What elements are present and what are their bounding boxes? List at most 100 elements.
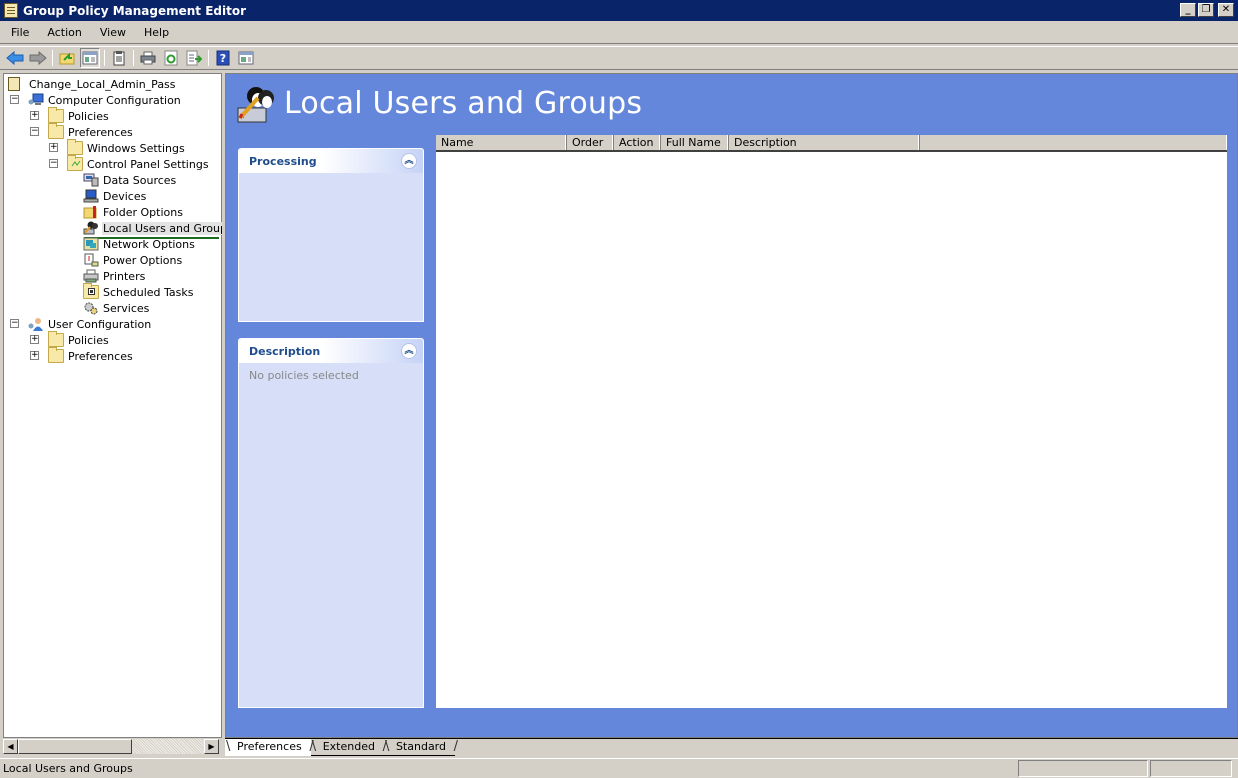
export-list-button[interactable] bbox=[184, 48, 204, 68]
tree-label: Windows Settings bbox=[87, 141, 185, 155]
column-header-name[interactable]: Name bbox=[436, 135, 567, 150]
tree-node-scheduled-tasks[interactable]: Scheduled Tasks bbox=[83, 283, 195, 300]
tree-node-folder-options[interactable]: Folder Options bbox=[83, 204, 184, 220]
folder-icon bbox=[48, 331, 64, 347]
minimize-button[interactable]: _ bbox=[1180, 3, 1196, 17]
tree-node-windows-settings[interactable]: + Windows Settings bbox=[49, 139, 186, 156]
menu-file[interactable]: File bbox=[0, 26, 36, 39]
show-hide-console-tree-button[interactable] bbox=[80, 48, 100, 68]
menu-action[interactable]: Action bbox=[36, 26, 88, 39]
status-text: Local Users and Groups bbox=[3, 762, 133, 775]
local-users-icon bbox=[83, 221, 99, 235]
folder-options-icon bbox=[83, 205, 99, 219]
toolbar-separator bbox=[104, 50, 105, 66]
show-hide-action-pane-button[interactable] bbox=[236, 48, 256, 68]
tree-node-services[interactable]: Services bbox=[83, 300, 150, 316]
gpo-scroll-icon bbox=[8, 77, 20, 91]
refresh-button[interactable] bbox=[161, 48, 181, 68]
toolbar: ? bbox=[0, 46, 1238, 70]
restore-button[interactable]: ❐ bbox=[1198, 3, 1214, 17]
tree-node-user-configuration[interactable]: − User Configuration bbox=[10, 316, 152, 332]
title-bar: Group Policy Management Editor _ ❐ ✕ bbox=[0, 0, 1238, 21]
action-pane-icon bbox=[238, 51, 254, 65]
tab-standard[interactable]: Standard bbox=[383, 739, 458, 756]
tree-node-data-sources[interactable]: Data Sources bbox=[83, 172, 177, 188]
clipboard-icon bbox=[113, 51, 125, 66]
tree-node-local-users-and-groups[interactable]: Local Users and Groups bbox=[83, 220, 234, 236]
network-options-icon bbox=[83, 237, 99, 251]
tab-preferences[interactable]: Preferences bbox=[225, 739, 313, 756]
window-controls: _ ❐ ✕ bbox=[1180, 3, 1234, 17]
tree-node-power-options[interactable]: Power Options bbox=[83, 252, 183, 268]
collapse-toggle[interactable]: − bbox=[30, 127, 39, 136]
expand-toggle[interactable]: + bbox=[30, 111, 39, 120]
tree-node-user-preferences[interactable]: + Preferences bbox=[30, 347, 134, 364]
expand-toggle[interactable]: + bbox=[30, 351, 39, 360]
tree-node-network-options[interactable]: Network Options bbox=[83, 236, 196, 252]
page-title: Local Users and Groups bbox=[284, 86, 643, 121]
processing-pane: Processing ︽ bbox=[238, 148, 424, 322]
toolbar-separator bbox=[208, 50, 209, 66]
column-header-description[interactable]: Description bbox=[729, 135, 920, 150]
tree-label: Control Panel Settings bbox=[87, 157, 209, 171]
tree-label: User Configuration bbox=[48, 317, 152, 331]
collapse-toggle[interactable]: − bbox=[49, 159, 58, 168]
tree-label: Devices bbox=[103, 189, 147, 203]
tree-node-control-panel-settings[interactable]: − Control Panel Settings bbox=[49, 155, 210, 172]
tree-label: Data Sources bbox=[103, 173, 177, 187]
forward-button[interactable] bbox=[28, 48, 48, 68]
close-button[interactable]: ✕ bbox=[1218, 3, 1234, 17]
expand-toggle[interactable]: + bbox=[49, 143, 58, 152]
properties-button[interactable] bbox=[109, 48, 129, 68]
data-sources-icon bbox=[83, 173, 99, 187]
list-header: Name Order Action Full Name Description bbox=[436, 135, 1227, 152]
tree-root[interactable]: Change_Local_Admin_Pass bbox=[8, 76, 177, 92]
processing-pane-header[interactable]: Processing ︽ bbox=[239, 149, 423, 173]
tree-node-user-policies[interactable]: + Policies bbox=[30, 331, 110, 348]
tree-node-devices[interactable]: Devices bbox=[83, 188, 147, 204]
tree-node-preferences[interactable]: − Preferences bbox=[30, 123, 134, 140]
scroll-left-button[interactable]: ◀ bbox=[3, 739, 18, 754]
processing-pane-body bbox=[239, 173, 423, 185]
tree-label: Folder Options bbox=[103, 205, 183, 219]
gpme-app-icon bbox=[4, 3, 18, 18]
control-panel-icon bbox=[67, 155, 83, 171]
collapse-processing-button[interactable]: ︽ bbox=[401, 153, 417, 169]
tree-node-computer-configuration[interactable]: − Computer Configuration bbox=[10, 92, 182, 108]
tab-extended[interactable]: Extended bbox=[310, 739, 387, 756]
column-header-full-name[interactable]: Full Name bbox=[661, 135, 729, 150]
refresh-icon bbox=[164, 50, 178, 66]
scroll-right-button[interactable]: ▶ bbox=[204, 739, 219, 754]
printer-icon bbox=[140, 51, 156, 65]
help-button[interactable]: ? bbox=[213, 48, 233, 68]
collapse-toggle[interactable]: − bbox=[10, 319, 19, 328]
up-level-button[interactable] bbox=[57, 48, 77, 68]
view-tabs: Preferences Extended Standard bbox=[225, 739, 458, 757]
computer-config-icon bbox=[28, 93, 44, 107]
description-pane-header[interactable]: Description ︽ bbox=[239, 339, 423, 363]
tree-horizontal-scrollbar[interactable]: ◀ ▶ bbox=[3, 739, 219, 754]
print-button[interactable] bbox=[138, 48, 158, 68]
items-list[interactable]: Name Order Action Full Name Description bbox=[436, 135, 1227, 708]
tree-node-printers[interactable]: Printers bbox=[83, 268, 146, 284]
tree-label: Scheduled Tasks bbox=[103, 285, 194, 299]
back-button[interactable] bbox=[5, 48, 25, 68]
console-tree: Change_Local_Admin_Pass − Computer Confi… bbox=[3, 73, 234, 738]
menu-help[interactable]: Help bbox=[133, 26, 176, 39]
expand-toggle[interactable]: + bbox=[30, 335, 39, 344]
menu-view[interactable]: View bbox=[89, 26, 133, 39]
scheduled-tasks-icon bbox=[83, 283, 99, 299]
tree-root-label: Change_Local_Admin_Pass bbox=[29, 77, 176, 91]
column-header-order[interactable]: Order bbox=[567, 135, 614, 150]
export-icon bbox=[186, 50, 202, 66]
column-header-action[interactable]: Action bbox=[614, 135, 661, 150]
tree-label: Computer Configuration bbox=[48, 93, 181, 107]
toolbar-separator bbox=[133, 50, 134, 66]
console-tree-icon bbox=[82, 51, 98, 65]
collapse-toggle[interactable]: − bbox=[10, 95, 19, 104]
tree-node-policies[interactable]: + Policies bbox=[30, 107, 110, 124]
scroll-thumb[interactable] bbox=[18, 739, 132, 754]
folder-icon bbox=[48, 347, 64, 363]
folder-icon bbox=[67, 139, 83, 155]
collapse-description-button[interactable]: ︽ bbox=[401, 343, 417, 359]
